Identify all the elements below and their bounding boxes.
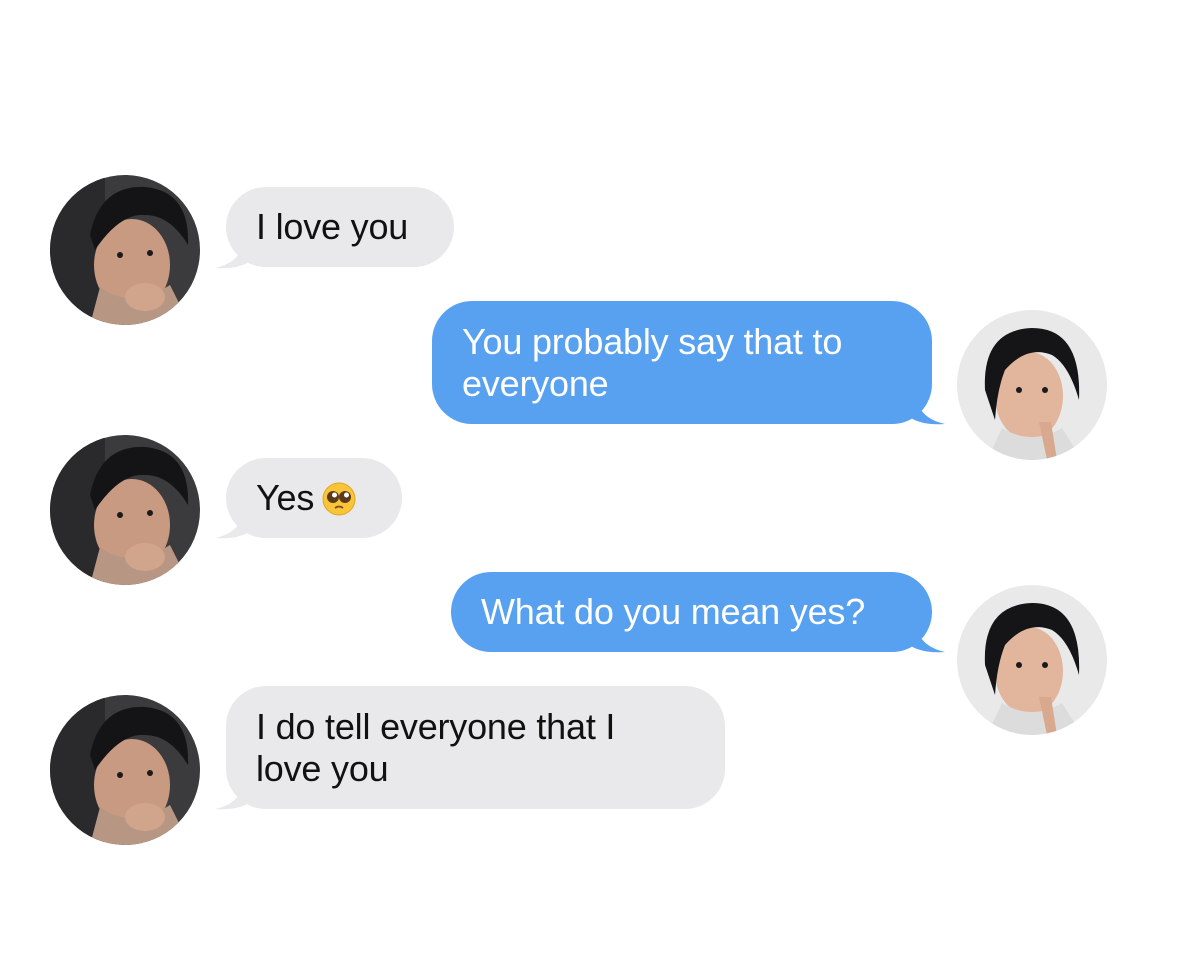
my-avatar-photo [957,585,1107,735]
message-text: I do tell everyone that I love you [256,705,616,789]
my-avatar[interactable] [957,585,1107,735]
message-text: I love you [256,206,409,247]
message-text: Yes [256,477,356,519]
message-bubble-incoming[interactable]: I do tell everyone that I love you [226,686,725,809]
message-bubble-outgoing[interactable]: What do you mean yes? [451,572,932,652]
contact-avatar-photo [50,435,200,585]
message-text: You probably say that to everyone [462,320,843,404]
contact-avatar[interactable] [50,435,200,585]
message-bubble-outgoing[interactable]: You probably say that to everyone [432,301,932,424]
contact-avatar[interactable] [50,695,200,845]
my-avatar-photo [957,310,1107,460]
message-bubble-incoming[interactable]: I love you [226,187,454,267]
message-text: What do you mean yes? [481,591,866,632]
message-bubble-incoming[interactable]: Yes [226,458,402,538]
contact-avatar-photo [50,695,200,845]
message-thread: I love you You probably say that to ever… [0,0,1179,959]
contact-avatar[interactable] [50,175,200,325]
pleading-face-icon [322,482,356,516]
contact-avatar-photo [50,175,200,325]
my-avatar[interactable] [957,310,1107,460]
